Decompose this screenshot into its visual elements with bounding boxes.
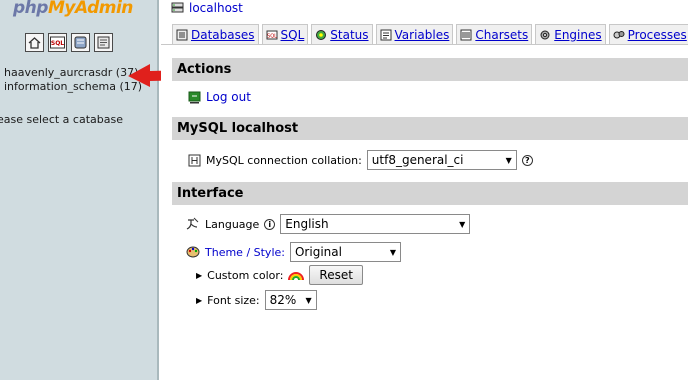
logo-php-text: php bbox=[13, 0, 48, 18]
logo-myadmin-text: MyAdmin bbox=[47, 0, 133, 18]
expand-triangle-icon[interactable]: ▶ bbox=[196, 296, 202, 305]
theme-row: Theme / Style: Original ▼ bbox=[186, 242, 401, 262]
server-icon bbox=[171, 2, 184, 13]
custom-color-row: ▶ Custom color: Reset bbox=[196, 265, 363, 285]
help-icon[interactable]: ? bbox=[521, 154, 533, 166]
interface-section: Interface bbox=[172, 182, 688, 205]
breadcrumb: localhost bbox=[171, 1, 243, 15]
collation-select[interactable]: utf8_general_ci ▼ bbox=[366, 150, 517, 170]
tab-databases[interactable]: Databases bbox=[172, 24, 259, 45]
section-title: Actions bbox=[172, 58, 688, 81]
main-frame: localhost Databases SQL SQL Status Varia… bbox=[161, 0, 688, 380]
language-icon bbox=[186, 217, 199, 230]
tab-variables[interactable]: Variables bbox=[375, 24, 454, 45]
processes-icon bbox=[613, 29, 625, 41]
tab-engines[interactable]: Engines bbox=[535, 24, 606, 45]
tab-bar-divider bbox=[161, 44, 688, 45]
theme-link[interactable]: Theme / Style: bbox=[205, 246, 285, 259]
logout-icon bbox=[188, 91, 201, 103]
database-list: haavenly_aurcrasdr (37) information_sche… bbox=[4, 66, 142, 94]
database-item[interactable]: haavenly_aurcrasdr (37) bbox=[4, 66, 142, 80]
actions-section: Actions bbox=[172, 58, 688, 81]
charsets-icon bbox=[460, 29, 472, 41]
custom-color-label: Custom color: bbox=[207, 268, 284, 282]
databases-icon bbox=[176, 29, 188, 41]
collation-row: MySQL connection collation: utf8_general… bbox=[188, 150, 533, 170]
svg-text:SQL: SQL bbox=[267, 34, 277, 40]
chevron-down-icon: ▼ bbox=[505, 155, 512, 165]
rainbow-icon bbox=[288, 272, 305, 281]
language-row: Language i English ▼ bbox=[186, 214, 471, 234]
docs-icon[interactable] bbox=[94, 33, 113, 52]
home-icon[interactable] bbox=[25, 33, 44, 52]
chevron-down-icon: ▼ bbox=[389, 247, 396, 257]
language-label: Language bbox=[205, 217, 260, 231]
font-size-label: Font size: bbox=[207, 293, 260, 307]
tab-bar: Databases SQL SQL Status Variables Chars… bbox=[172, 24, 688, 45]
section-title: MySQL localhost bbox=[172, 117, 688, 140]
status-icon bbox=[315, 29, 327, 41]
font-size-select[interactable]: 82% ▼ bbox=[264, 290, 317, 310]
collation-icon bbox=[188, 154, 201, 166]
mysql-section: MySQL localhost bbox=[172, 117, 688, 140]
chevron-down-icon: ▼ bbox=[305, 295, 312, 305]
variables-icon bbox=[380, 29, 392, 41]
phpmyadmin-logo[interactable]: phpMyAdmin bbox=[13, 0, 133, 18]
section-title: Interface bbox=[172, 182, 688, 205]
server-link[interactable]: localhost bbox=[189, 1, 243, 15]
chevron-down-icon: ▼ bbox=[459, 219, 466, 229]
help-icon[interactable]: i bbox=[264, 218, 276, 230]
left-frame: phpMyAdmin SQL haavenly_aurcrasdr (37) i… bbox=[0, 0, 159, 380]
select-database-hint: ease select a catabase bbox=[0, 113, 123, 126]
sql-icon[interactable]: SQL bbox=[48, 33, 67, 52]
sql-icon: SQL bbox=[266, 29, 278, 41]
palette-icon bbox=[186, 246, 200, 258]
tab-sql[interactable]: SQL SQL bbox=[261, 24, 309, 45]
tab-processes[interactable]: Processes bbox=[608, 24, 688, 45]
query-window-icon[interactable] bbox=[71, 33, 90, 52]
language-select[interactable]: English ▼ bbox=[280, 214, 471, 234]
collation-label: MySQL connection collation: bbox=[206, 153, 362, 167]
font-size-row: ▶ Font size: 82% ▼ bbox=[196, 290, 317, 310]
engines-icon bbox=[539, 29, 551, 41]
logout-link[interactable]: Log out bbox=[206, 90, 251, 104]
database-item[interactable]: information_schema (17) bbox=[4, 80, 142, 94]
expand-triangle-icon[interactable]: ▶ bbox=[196, 271, 202, 280]
left-icon-bar: SQL bbox=[25, 33, 113, 52]
logout-row: Log out bbox=[188, 90, 251, 104]
tab-status[interactable]: Status bbox=[311, 24, 373, 45]
theme-select[interactable]: Original ▼ bbox=[289, 242, 401, 262]
tab-charsets[interactable]: Charsets bbox=[456, 24, 533, 45]
reset-button[interactable]: Reset bbox=[309, 265, 363, 285]
svg-text:SQL: SQL bbox=[51, 40, 64, 47]
